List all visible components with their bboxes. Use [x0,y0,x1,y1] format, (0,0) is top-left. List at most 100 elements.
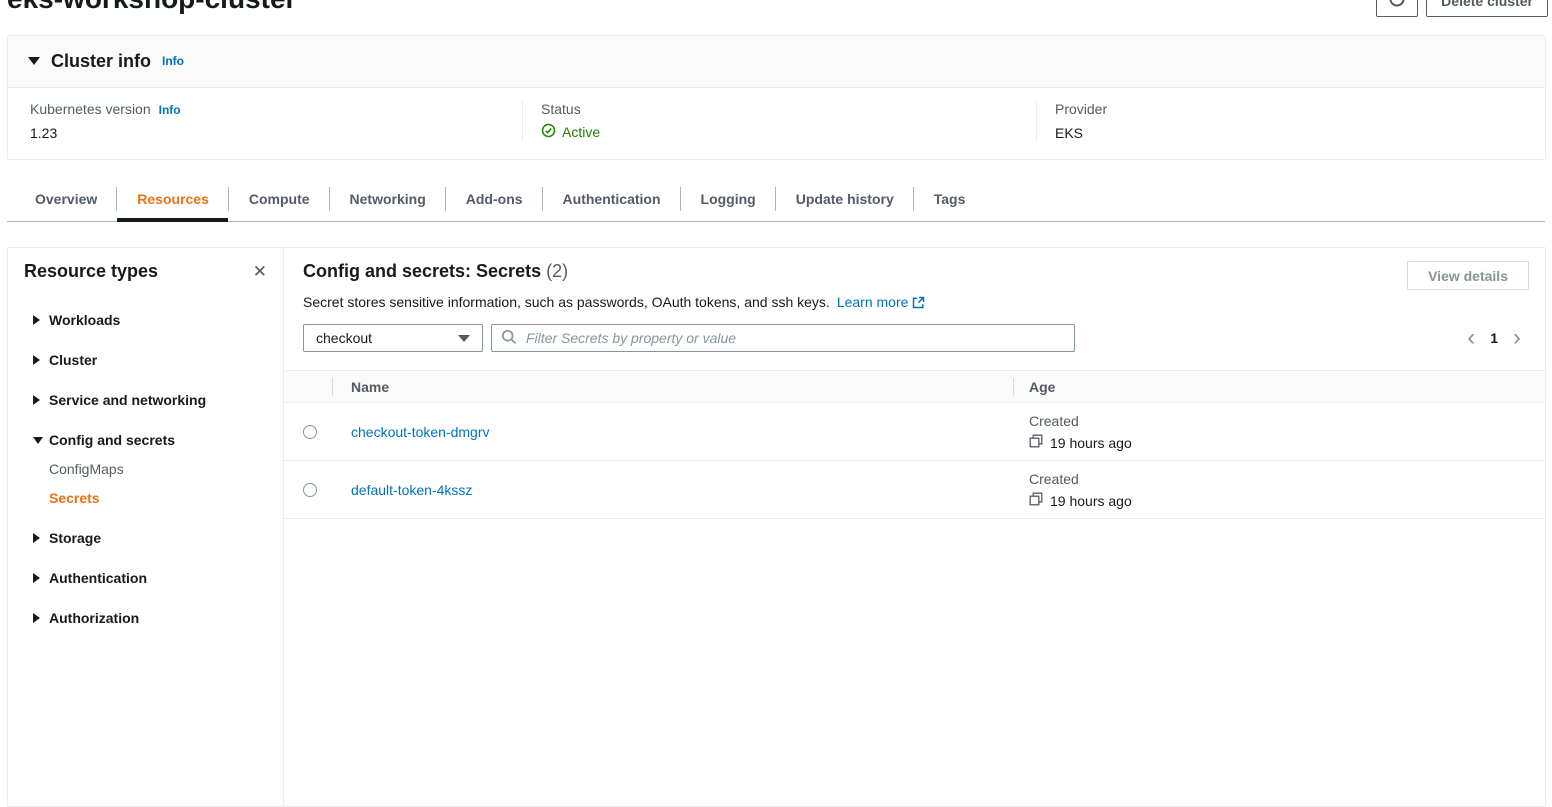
copy-icon[interactable] [1029,492,1043,509]
sidebar-item-label: Cluster [49,352,97,368]
header-actions: Delete cluster [1376,0,1548,17]
tab-label: Add-ons [466,191,523,207]
tab[interactable]: Authentication [543,177,681,221]
expander-icon [33,355,49,365]
sidebar-item-label: Service and networking [49,392,206,408]
resource-types-list: Workloads Cluster Service and netw [24,312,267,626]
kubernetes-version-info-link[interactable]: Info [159,103,181,117]
tab[interactable]: Networking [330,177,446,221]
filter-dropdown-value: checkout [316,330,372,346]
chevron-right-icon [33,355,40,365]
column-header-age[interactable]: Age [1013,379,1545,395]
copy-icon[interactable] [1029,434,1043,451]
tab[interactable]: Add-ons [446,177,543,221]
chevron-right-icon [33,533,40,543]
sidebar-item[interactable]: Service and networking [33,392,267,408]
collapse-caret-icon[interactable] [28,57,40,65]
sidebar-item[interactable]: Workloads [33,312,267,328]
tab[interactable]: Tags [914,177,986,221]
page-number[interactable]: 1 [1490,330,1498,346]
tab-label: Compute [249,191,310,207]
close-icon[interactable]: ✕ [253,263,267,280]
status-label: Status [541,101,581,117]
sidebar-item-label: Storage [49,530,101,546]
table-body: checkout-token-dmgrv Created [284,403,1545,519]
resources-panel: Resource types ✕ Workloads [7,247,1546,807]
chevron-right-icon [33,573,40,583]
resource-types-sidebar: Resource types ✕ Workloads [8,248,284,806]
expander-icon [33,573,49,583]
status-badge: Active [562,124,600,140]
filter-dropdown[interactable]: checkout [303,324,483,352]
sidebar-item[interactable]: Authentication [33,570,267,586]
sidebar-item-label: Workloads [49,312,120,328]
delete-cluster-button[interactable]: Delete cluster [1426,0,1548,17]
learn-more-link[interactable]: Learn more [837,294,909,310]
sidebar-item[interactable]: Authorization [33,610,267,626]
tab[interactable]: Update history [776,177,914,221]
age-cell: Created 19 hours ago [1013,403,1545,460]
tab-label: Authentication [563,191,661,207]
sidebar-item[interactable]: ConfigMaps [33,461,267,477]
status-check-icon [541,123,556,141]
secret-name-link[interactable]: default-token-4kssz [351,482,472,498]
secrets-table: Name Age checkout-token-dmgrv Created [284,370,1545,519]
refresh-button[interactable] [1376,0,1418,17]
column-header-name[interactable]: Name [332,379,1013,395]
provider-label: Provider [1055,101,1107,117]
kubernetes-version-label: Kubernetes version [30,101,151,117]
expander-icon [33,315,49,325]
status-field: Status Active [522,101,1036,141]
sidebar-item-label: Secrets [49,490,100,506]
chevron-down-icon [33,437,43,444]
resource-types-title: Resource types [24,261,158,282]
chevron-right-icon [33,315,40,325]
secrets-heading: Config and secrets: Secrets (2) [303,261,925,282]
tab-bar: Overview Resources Compute Networking Ad… [7,177,1545,222]
secret-name-link[interactable]: checkout-token-dmgrv [351,424,490,440]
kubernetes-version-field: Kubernetes version Info 1.23 [8,101,522,141]
expander-icon [33,613,49,623]
table-header: Name Age [284,370,1545,403]
external-link-icon [912,296,925,312]
expander-icon [33,533,49,543]
tab-label: Logging [701,191,756,207]
search-input[interactable] [524,329,1065,347]
chevron-right-icon[interactable]: › [1513,328,1521,348]
secrets-count: (2) [546,261,568,281]
view-details-button[interactable]: View details [1407,261,1529,290]
age-cell: Created 19 hours ago [1013,461,1545,518]
row-radio-button[interactable] [303,483,317,497]
cluster-info-panel: Cluster info Info Kubernetes version Inf… [7,35,1546,160]
page-header: eks-workshop-cluster Delete cluster [0,0,1552,18]
sidebar-item[interactable]: Secrets [33,490,267,506]
tab-label: Overview [35,191,97,207]
sidebar-item[interactable]: Cluster [33,352,267,368]
sidebar-item[interactable]: Storage [33,530,267,546]
created-label: Created [1029,471,1545,487]
tab[interactable]: Compute [229,177,330,221]
provider-value: EKS [1055,125,1545,141]
sidebar-item-label: Authentication [49,570,147,586]
chevron-right-icon [33,395,40,405]
chevron-left-icon[interactable]: ‹ [1467,328,1475,348]
table-row: checkout-token-dmgrv Created [284,403,1545,461]
sidebar-item-label: Authorization [49,610,139,626]
tab[interactable]: Logging [681,177,776,221]
age-value: 19 hours ago [1050,493,1132,509]
chevron-right-icon [33,613,40,623]
sidebar-item-label: Config and secrets [49,432,175,448]
tab[interactable]: Overview [15,177,117,221]
tab-label: Resources [137,191,209,207]
page-title: eks-workshop-cluster [7,0,296,13]
row-radio-button[interactable] [303,425,317,439]
created-label: Created [1029,413,1545,429]
tab[interactable]: Resources [117,177,229,221]
pagination: ‹ 1 › [1467,328,1521,348]
cluster-info-info-link[interactable]: Info [162,54,184,68]
sidebar-item[interactable]: Config and secrets [33,432,267,448]
expander-icon [33,437,49,444]
cluster-info-header[interactable]: Cluster info Info [8,36,1545,88]
expander-icon [33,395,49,405]
refresh-icon [1388,0,1406,11]
